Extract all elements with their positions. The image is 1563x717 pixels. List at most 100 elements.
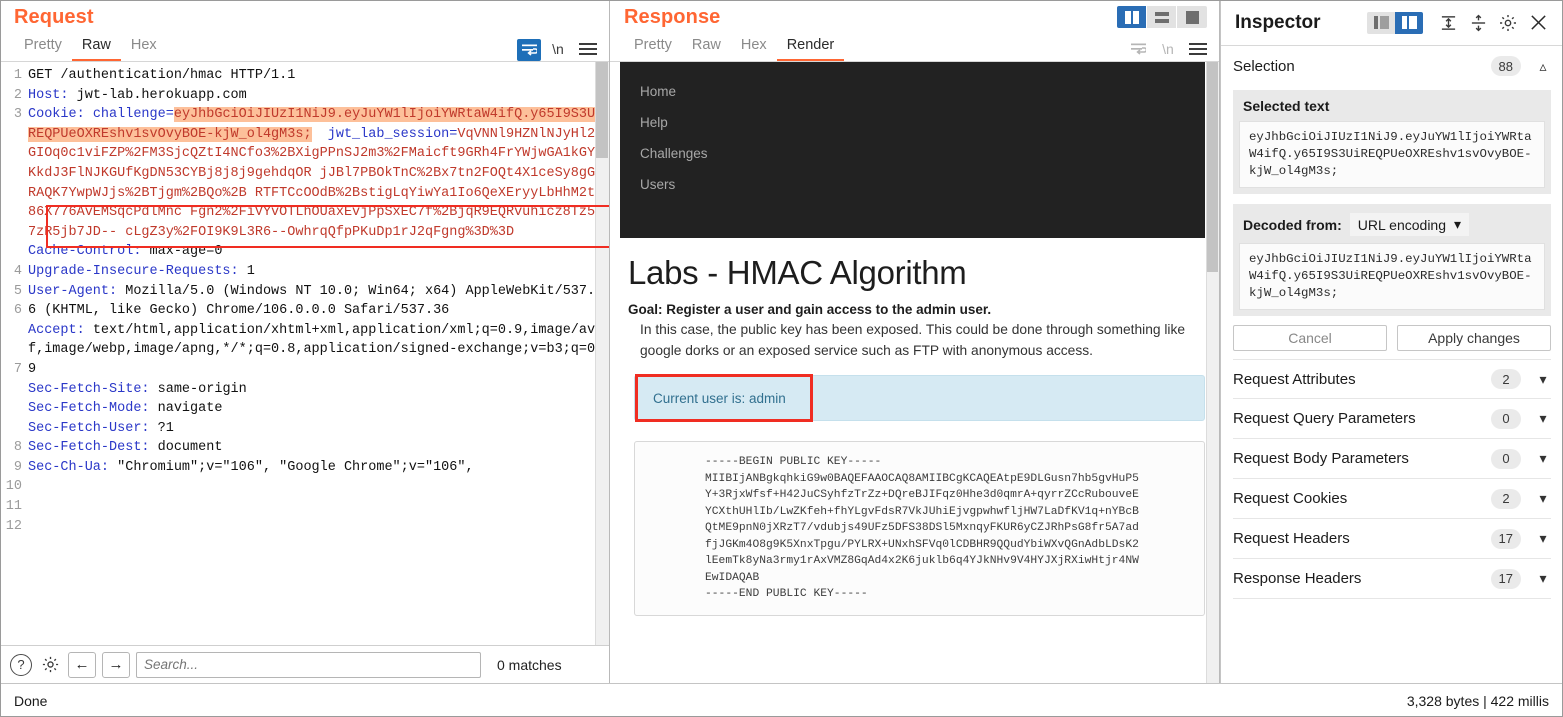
expand-all-icon[interactable] xyxy=(1433,9,1463,37)
chevron-down-icon[interactable]: ▾ xyxy=(1535,450,1551,467)
request-tabs: Pretty Raw Hex \n xyxy=(0,31,609,61)
selection-label: Selection xyxy=(1233,57,1295,75)
inspector-body: Selection 88 ▵ Selected text eyJhbGciOiJ… xyxy=(1221,46,1563,683)
request-attributes-count: 2 xyxy=(1491,369,1521,389)
hamburger-menu-icon xyxy=(1189,40,1207,58)
chevron-down-icon: ▾ xyxy=(1454,216,1462,232)
inspector-layout-toggle xyxy=(1367,11,1423,34)
request-editor[interactable]: 1 2 3 4 5 6 7 8 9 10 11 12 GET /authenti xyxy=(0,61,609,645)
inspector-action-buttons: Cancel Apply changes xyxy=(1233,325,1551,351)
header-value-host: jwt-lab.herokuapp.com xyxy=(68,87,247,103)
header-name-accept: Accept: xyxy=(28,322,85,338)
request-headers-label: Request Headers xyxy=(1233,530,1350,547)
response-render-area: Home Help Challenges Users Labs - HMAC A… xyxy=(610,61,1219,683)
rendered-navbar: Home Help Challenges Users xyxy=(620,62,1205,238)
header-value-sec-fetch-dest: document xyxy=(149,440,223,456)
response-newline-toggle-icon[interactable]: \n xyxy=(1155,37,1181,61)
tab-request-pretty[interactable]: Pretty xyxy=(14,35,72,61)
inspector-section-selection[interactable]: Selection 88 ▵ xyxy=(1233,46,1551,86)
chevron-down-icon[interactable]: ▾ xyxy=(1535,410,1551,427)
tab-response-pretty[interactable]: Pretty xyxy=(624,35,682,61)
status-bar: Done 3,328 bytes | 422 millis xyxy=(0,683,1563,717)
cookie-session-key: jwt_lab_session= xyxy=(311,126,458,142)
header-name-sec-fetch-site: Sec-Fetch-Site: xyxy=(28,381,150,397)
nav-link-challenges[interactable]: Challenges xyxy=(620,138,1205,169)
chevron-down-icon[interactable]: ▾ xyxy=(1535,570,1551,587)
inspector-section-request-query-parameters[interactable]: Request Query Parameters 0 ▾ xyxy=(1233,399,1551,439)
chevron-up-icon[interactable]: ▵ xyxy=(1535,58,1551,75)
selection-count-badge: 88 xyxy=(1490,56,1521,76)
stacked-view-icon[interactable] xyxy=(1147,6,1177,28)
response-headers-label: Response Headers xyxy=(1233,570,1362,587)
request-scrollbar-thumb[interactable] xyxy=(596,62,608,158)
line-wrap-icon[interactable] xyxy=(517,39,541,61)
inspector-title: Inspector xyxy=(1235,11,1321,33)
nav-link-users[interactable]: Users xyxy=(620,169,1205,200)
apply-changes-button[interactable]: Apply changes xyxy=(1397,325,1551,351)
response-pane: Response Pretty Raw Hex Render \n Home H… xyxy=(610,0,1220,683)
inspector-section-response-headers[interactable]: Response Headers 17 ▾ xyxy=(1233,559,1551,599)
header-value-cache-control: max-age=0 xyxy=(141,244,223,260)
response-menu-icon[interactable] xyxy=(1185,37,1211,61)
tab-response-raw[interactable]: Raw xyxy=(682,35,731,61)
inspector-layout-left-icon[interactable] xyxy=(1367,11,1395,34)
inspector-section-request-cookies[interactable]: Request Cookies 2 ▾ xyxy=(1233,479,1551,519)
collapse-all-icon[interactable] xyxy=(1463,9,1493,37)
request-raw-text[interactable]: GET /authentication/hmac HTTP/1.1 Host: … xyxy=(22,62,609,645)
cookie-challenge-key: challenge= xyxy=(84,107,174,123)
request-panel-title: Request xyxy=(14,6,94,28)
header-name-cookie: Cookie: xyxy=(28,107,85,123)
decoded-from-select[interactable]: URL encoding ▾ xyxy=(1349,213,1470,236)
header-name-cache-control: Cache-Control: xyxy=(28,244,142,260)
newline-glyph: \n xyxy=(552,41,564,57)
nav-link-home[interactable]: Home xyxy=(620,76,1205,107)
newline-toggle-icon[interactable]: \n xyxy=(545,37,571,61)
search-prev-button[interactable]: ← xyxy=(68,651,96,678)
tab-request-hex[interactable]: Hex xyxy=(121,35,167,61)
chevron-down-icon[interactable]: ▾ xyxy=(1535,530,1551,547)
header-value-accept: text/html,application/xhtml+xml,applicat… xyxy=(28,322,604,377)
request-line-numbers: 1 2 3 4 5 6 7 8 9 10 11 12 xyxy=(0,62,22,645)
header-name-upgrade-insecure-requests: Upgrade-Insecure-Requests: xyxy=(28,263,239,279)
search-next-button[interactable]: → xyxy=(102,651,130,678)
response-scrollbar-thumb[interactable] xyxy=(1207,62,1218,272)
inspector-section-request-body-parameters[interactable]: Request Body Parameters 0 ▾ xyxy=(1233,439,1551,479)
close-icon[interactable] xyxy=(1523,9,1553,37)
current-user-alert: Current user is: admin xyxy=(634,374,1205,422)
inspector-section-request-attributes[interactable]: Request Attributes 2 ▾ xyxy=(1233,359,1551,399)
gear-icon[interactable] xyxy=(1493,9,1523,37)
inspector-layout-right-icon[interactable] xyxy=(1395,11,1423,34)
response-line-wrap-icon[interactable] xyxy=(1125,37,1151,61)
header-name-host: Host: xyxy=(28,87,69,103)
public-key-block: -----BEGIN PUBLIC KEY----- MIIBIjANBgkqh… xyxy=(634,441,1205,616)
tab-response-render[interactable]: Render xyxy=(776,35,845,61)
tab-request-raw[interactable]: Raw xyxy=(71,35,121,61)
request-scrollbar[interactable] xyxy=(595,62,609,645)
nav-link-help[interactable]: Help xyxy=(620,107,1205,138)
chevron-down-icon[interactable]: ▾ xyxy=(1535,371,1551,388)
help-icon[interactable]: ? xyxy=(10,653,32,676)
search-matches-count: 0 matches xyxy=(497,656,562,673)
cancel-button[interactable]: Cancel xyxy=(1233,325,1387,351)
side-by-side-view-icon[interactable] xyxy=(1117,6,1147,28)
selected-text-label: Selected text xyxy=(1243,98,1330,114)
request-body-parameters-count: 0 xyxy=(1491,448,1521,469)
request-search-bar: ? ← → 0 matches xyxy=(0,645,609,683)
gear-icon[interactable] xyxy=(38,653,62,677)
tab-response-hex[interactable]: Hex xyxy=(731,35,777,61)
single-view-icon[interactable] xyxy=(1177,6,1207,28)
search-input[interactable] xyxy=(136,651,481,678)
response-scrollbar[interactable] xyxy=(1206,62,1219,683)
request-menu-icon[interactable] xyxy=(575,37,601,61)
chevron-down-icon[interactable]: ▾ xyxy=(1535,490,1551,507)
decoded-text-value[interactable]: eyJhbGciOiJIUzI1NiJ9.eyJuYW1lIjoiYWRtaW4… xyxy=(1239,243,1545,310)
hamburger-menu-icon xyxy=(579,40,597,58)
request-cookies-count: 2 xyxy=(1491,488,1521,509)
decoded-from-label: Decoded from: xyxy=(1243,216,1342,233)
response-tabs: Pretty Raw Hex Render \n xyxy=(610,31,1219,61)
inspector-section-request-headers[interactable]: Request Headers 17 ▾ xyxy=(1233,519,1551,559)
burp-suite-window: Request Pretty Raw Hex \n 1 2 3 4 5 6 7 … xyxy=(0,0,1563,717)
response-newline-glyph: \n xyxy=(1162,41,1174,57)
rendered-description: In this case, the public key has been ex… xyxy=(640,322,1186,358)
selected-text-value[interactable]: eyJhbGciOiJIUzI1NiJ9.eyJuYW1lIjoiYWRtaW4… xyxy=(1239,121,1545,188)
